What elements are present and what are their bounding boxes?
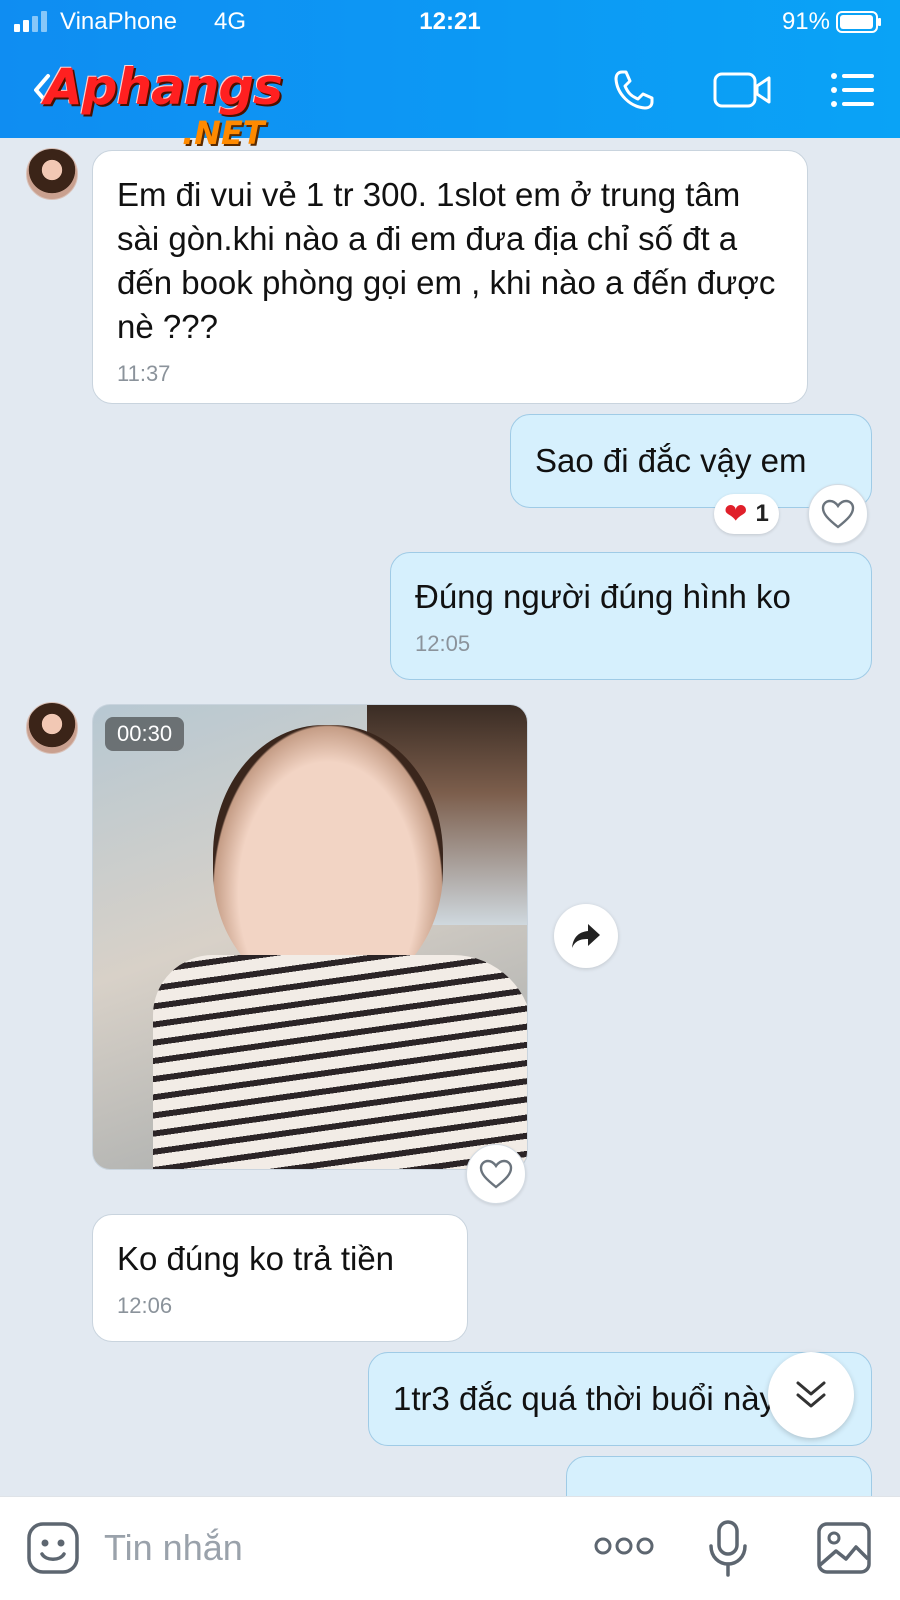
microphone-icon[interactable] [706, 1519, 750, 1579]
image-picker-icon[interactable] [816, 1521, 872, 1575]
heart-reaction-icon: ❤ [724, 498, 748, 529]
react-button[interactable] [808, 484, 868, 544]
battery-percent: 91% [781, 8, 830, 35]
message-bubble-outgoing-partial[interactable] [566, 1456, 872, 1496]
video-subject-shirt [153, 955, 527, 1169]
message-list[interactable]: Em đi vui vẻ 1 tr 300. 1slot em ở trung … [0, 138, 900, 1496]
message-time: 11:37 [117, 361, 171, 386]
watermark-logo: Aphangs .NET [44, 58, 324, 152]
message-composer: Tin nhắn [0, 1496, 900, 1600]
reaction-pill[interactable]: ❤ 1 [714, 494, 779, 534]
heart-outline-icon [821, 499, 855, 529]
message-text: Đúng người đúng hình ko [415, 578, 791, 615]
status-bar: VinaPhone 4G 12:21 91% [0, 0, 900, 44]
logo-word: Aphangs [44, 58, 283, 116]
menu-icon[interactable] [828, 66, 876, 114]
more-options-icon[interactable] [594, 1533, 654, 1559]
reaction-count: 1 [755, 500, 769, 527]
message-text: Em đi vui vẻ 1 tr 300. 1slot em ở trung … [117, 176, 776, 345]
message-time: 12:05 [415, 631, 471, 656]
sticker-icon[interactable] [26, 1521, 80, 1575]
message-text: Ko đúng ko trả tiền [117, 1240, 395, 1277]
message-bubble-incoming[interactable]: Em đi vui vẻ 1 tr 300. 1slot em ở trung … [92, 150, 808, 404]
video-duration: 00:30 [105, 717, 185, 751]
message-time: 12:06 [117, 1293, 173, 1318]
avatar[interactable] [26, 148, 78, 200]
forward-button[interactable] [554, 904, 618, 968]
heart-outline-icon [479, 1159, 513, 1189]
message-bubble-outgoing[interactable]: Đúng người đúng hình ko 12:05 [390, 552, 872, 680]
react-button[interactable] [466, 1144, 526, 1204]
video-message[interactable]: 00:30 [92, 704, 528, 1170]
double-chevron-down-icon [796, 1381, 826, 1408]
video-call-icon[interactable] [712, 66, 772, 114]
message-bubble-incoming[interactable]: Ko đúng ko trả tiền 12:06 [92, 1214, 468, 1342]
scroll-to-bottom-button[interactable] [768, 1352, 854, 1438]
battery-icon [836, 11, 881, 33]
message-text: Sao đi đắc vậy em [535, 442, 807, 479]
call-icon[interactable] [610, 66, 658, 114]
clock: 12:21 [419, 8, 481, 35]
chat-header: VinaPhone 4G 12:21 91% Aphangs .NET [0, 0, 900, 152]
forward-icon [572, 924, 600, 948]
message-input[interactable]: Tin nhắn [104, 1527, 243, 1569]
avatar[interactable] [26, 702, 78, 754]
